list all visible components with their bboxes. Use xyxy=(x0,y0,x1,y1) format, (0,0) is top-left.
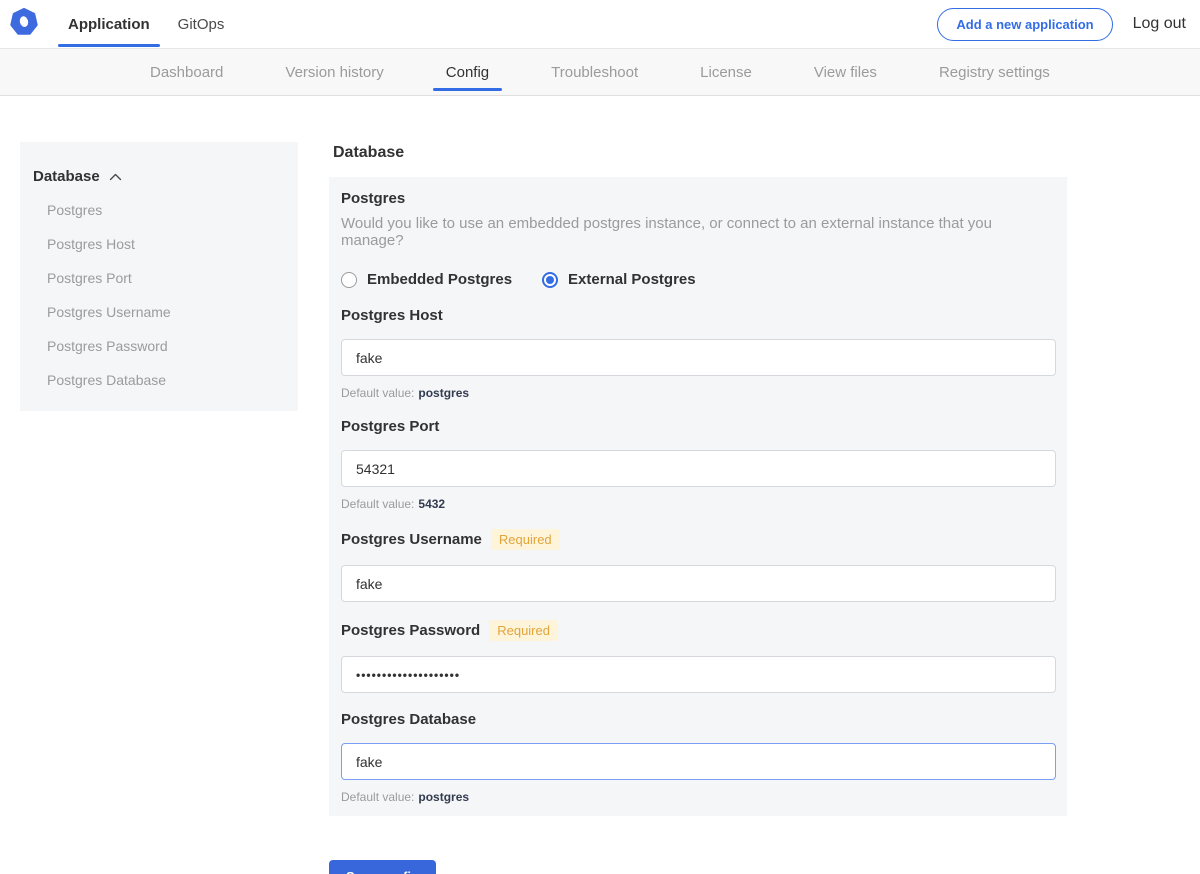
field-label-text: Postgres Password xyxy=(341,622,480,639)
postgres-port-input[interactable] xyxy=(341,450,1056,487)
postgres-database-input[interactable] xyxy=(341,743,1056,780)
field-postgres-host-label: Postgres Host xyxy=(341,307,1056,324)
default-hint-value: postgres xyxy=(418,790,469,804)
app-logo[interactable] xyxy=(0,8,38,41)
save-config-button[interactable]: Save config xyxy=(329,860,436,874)
postgres-username-input[interactable] xyxy=(341,565,1056,602)
config-main: Database Postgres Would you like to use … xyxy=(329,142,1067,874)
group-help-text: Would you like to use an embedded postgr… xyxy=(341,215,1056,249)
default-hint-prefix: Default value: xyxy=(341,386,414,400)
sidebar-group-label: Database xyxy=(33,168,100,185)
tab-application[interactable]: Application xyxy=(54,0,164,48)
field-label-text: Postgres Port xyxy=(341,418,439,435)
radio-external-postgres-circle[interactable] xyxy=(542,272,558,288)
field-label-text: Postgres Database xyxy=(341,711,476,728)
default-hint-prefix: Default value: xyxy=(341,497,414,511)
postgres-type-radio-group: Embedded Postgres External Postgres xyxy=(341,271,1056,288)
sidebar-item-postgres-database[interactable]: Postgres Database xyxy=(33,363,284,397)
field-postgres-password: Postgres Password Required xyxy=(341,620,1056,693)
tab-gitops[interactable]: GitOps xyxy=(164,0,239,48)
subnav-tab-view-files[interactable]: View files xyxy=(814,49,877,95)
add-application-button[interactable]: Add a new application xyxy=(937,8,1112,41)
field-postgres-port: Postgres Port Default value: 5432 xyxy=(341,418,1056,511)
postgres-host-input[interactable] xyxy=(341,339,1056,376)
radio-embedded-postgres[interactable]: Embedded Postgres xyxy=(341,271,512,288)
config-group-panel: Postgres Would you like to use an embedd… xyxy=(329,177,1067,816)
radio-embedded-postgres-circle[interactable] xyxy=(341,272,357,288)
sidebar-item-postgres-password[interactable]: Postgres Password xyxy=(33,329,284,363)
field-postgres-port-label: Postgres Port xyxy=(341,418,1056,435)
postgres-password-input[interactable] xyxy=(341,656,1056,693)
tab-gitops-label: GitOps xyxy=(178,16,225,33)
logout-link[interactable]: Log out xyxy=(1133,15,1186,33)
subnav-tab-license[interactable]: License xyxy=(700,49,752,95)
sidebar-group-database[interactable]: Database xyxy=(33,168,284,185)
top-navbar: Application GitOps Add a new application… xyxy=(0,0,1200,48)
sidebar-item-postgres-port[interactable]: Postgres Port xyxy=(33,261,284,295)
field-label-text: Postgres Username xyxy=(341,531,482,548)
radio-external-postgres-label: External Postgres xyxy=(568,271,696,288)
chevron-up-icon xyxy=(109,173,122,181)
postgres-database-default-hint: Default value: postgres xyxy=(341,790,1056,804)
field-postgres-host: Postgres Host Default value: postgres xyxy=(341,307,1056,400)
field-postgres-database-label: Postgres Database xyxy=(341,711,1056,728)
default-hint-prefix: Default value: xyxy=(341,790,414,804)
config-page: Database Postgres Postgres Host Postgres… xyxy=(0,96,1200,874)
default-hint-value: 5432 xyxy=(418,497,445,511)
field-label-text: Postgres Host xyxy=(341,307,443,324)
field-postgres-database: Postgres Database Default value: postgres xyxy=(341,711,1056,804)
postgres-port-default-hint: Default value: 5432 xyxy=(341,497,1056,511)
radio-external-postgres[interactable]: External Postgres xyxy=(542,271,696,288)
subnav-tab-registry-settings[interactable]: Registry settings xyxy=(939,49,1050,95)
sidebar-item-postgres-host[interactable]: Postgres Host xyxy=(33,227,284,261)
required-badge: Required xyxy=(491,529,560,550)
postgres-host-default-hint: Default value: postgres xyxy=(341,386,1056,400)
tab-application-label: Application xyxy=(68,16,150,33)
subnav-tab-dashboard[interactable]: Dashboard xyxy=(150,49,223,95)
field-postgres-username-label: Postgres Username Required xyxy=(341,529,1056,550)
topnav-right: Add a new application Log out xyxy=(937,8,1200,41)
subnav-tab-version-history[interactable]: Version history xyxy=(285,49,383,95)
sidebar-item-postgres[interactable]: Postgres xyxy=(33,193,284,227)
app-subnav: Dashboard Version history Config Trouble… xyxy=(0,48,1200,96)
sidebar-item-postgres-username[interactable]: Postgres Username xyxy=(33,295,284,329)
field-postgres-username: Postgres Username Required xyxy=(341,529,1056,602)
radio-embedded-postgres-label: Embedded Postgres xyxy=(367,271,512,288)
field-postgres-password-label: Postgres Password Required xyxy=(341,620,1056,641)
required-badge: Required xyxy=(489,620,558,641)
group-title: Postgres xyxy=(341,190,1056,207)
default-hint-value: postgres xyxy=(418,386,469,400)
section-title: Database xyxy=(333,144,1067,162)
subnav-tab-config[interactable]: Config xyxy=(446,49,489,95)
app-logo-icon xyxy=(10,8,38,41)
subnav-tab-troubleshoot[interactable]: Troubleshoot xyxy=(551,49,638,95)
config-sidebar: Database Postgres Postgres Host Postgres… xyxy=(20,142,298,411)
